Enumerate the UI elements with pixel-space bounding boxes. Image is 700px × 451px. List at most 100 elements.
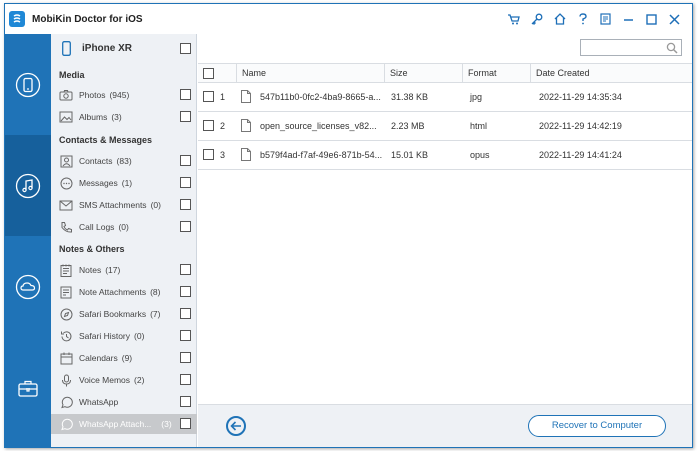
search-icon: [666, 42, 678, 54]
category-albums[interactable]: Albums (3): [51, 107, 197, 127]
search-input[interactable]: [580, 39, 682, 56]
strip-item-icloud-recovery[interactable]: [5, 236, 51, 337]
category-checkbox[interactable]: [180, 199, 191, 210]
file-icon: [241, 90, 251, 103]
category-count: (945): [109, 90, 130, 100]
category-checkbox[interactable]: [180, 155, 191, 166]
category-checkbox[interactable]: [180, 286, 191, 297]
category-checkbox[interactable]: [180, 308, 191, 319]
action-bar: Recover to Computer: [198, 404, 692, 447]
row-file-size: 2.23 MB: [391, 121, 425, 131]
feedback-icon[interactable]: [594, 11, 617, 27]
category-count: (7): [150, 309, 161, 319]
category-checkbox[interactable]: [180, 89, 191, 100]
device-select-all-checkbox[interactable]: [180, 43, 191, 54]
device-row[interactable]: iPhone XR: [51, 37, 197, 59]
table-row[interactable]: 1 547b11b0-0fc2-4ba9-8665-a... 31.38 KB …: [198, 83, 692, 112]
row-file-name: b579f4ad-f7af-49e6-871b-54...: [260, 150, 383, 160]
category-count: (0): [118, 222, 129, 232]
column-header-format[interactable]: Format: [462, 64, 530, 83]
category-checkbox[interactable]: [180, 418, 191, 429]
table-row[interactable]: 2 open_source_licenses_v82... 2.23 MB ht…: [198, 112, 692, 141]
recover-to-computer-button[interactable]: Recover to Computer: [528, 415, 666, 437]
notepad-icon: [59, 263, 73, 277]
category-photos[interactable]: Photos (945): [51, 85, 197, 105]
row-checkbox[interactable]: [203, 120, 214, 131]
key-icon[interactable]: [525, 11, 548, 27]
arrow-left-icon: [230, 421, 241, 431]
category-voice-memos[interactable]: Voice Memos (2): [51, 370, 197, 390]
row-index: 3: [220, 150, 226, 160]
category-count: (3): [161, 419, 172, 429]
camera-icon: [59, 88, 73, 102]
category-call-logs[interactable]: Call Logs (0): [51, 217, 197, 237]
minimize-icon[interactable]: [617, 11, 640, 27]
back-button[interactable]: [226, 416, 246, 436]
strip-item-device-recovery[interactable]: [5, 34, 51, 135]
category-safari-history[interactable]: Safari History (0): [51, 326, 197, 346]
table-row[interactable]: 3 b579f4ad-f7af-49e6-871b-54... 15.01 KB…: [198, 141, 692, 170]
category-label: Messages: [79, 178, 118, 188]
row-file-name: 547b11b0-0fc2-4ba9-8665-a...: [260, 92, 381, 102]
strip-item-itunes-recovery[interactable]: [5, 135, 51, 236]
category-contacts[interactable]: Contacts (83): [51, 151, 197, 171]
category-checkbox[interactable]: [180, 221, 191, 232]
select-all-checkbox[interactable]: [203, 68, 214, 79]
category-note-attachments[interactable]: Note Attachments (8): [51, 282, 197, 302]
category-checkbox[interactable]: [180, 264, 191, 275]
help-icon[interactable]: [571, 11, 594, 27]
home-icon[interactable]: [548, 11, 571, 27]
close-icon[interactable]: [663, 11, 686, 27]
row-file-size: 31.38 KB: [391, 92, 429, 102]
category-count: (8): [150, 287, 161, 297]
mode-sidebar: [5, 34, 51, 447]
category-label: Call Logs: [79, 222, 115, 232]
row-checkbox[interactable]: [203, 149, 214, 160]
table-header: Name Size Format Date Created: [198, 63, 692, 83]
row-file-format: html: [470, 121, 488, 131]
category-notes[interactable]: Notes (17): [51, 260, 197, 280]
category-label: Contacts: [79, 156, 113, 166]
column-header-size[interactable]: Size: [384, 64, 462, 83]
row-file-name: open_source_licenses_v82...: [260, 121, 377, 131]
category-messages[interactable]: Messages (1): [51, 173, 197, 193]
category-panel: iPhone XR Media Photos (945) Albums (3) Co…: [51, 34, 197, 447]
category-checkbox[interactable]: [180, 352, 191, 363]
iphone-icon: [59, 40, 73, 56]
category-checkbox[interactable]: [180, 111, 191, 122]
category-checkbox[interactable]: [180, 374, 191, 385]
row-index: 1: [220, 92, 226, 102]
category-calendars[interactable]: Calendars (9): [51, 348, 197, 368]
title-bar: MobiKin Doctor for iOS: [5, 4, 692, 34]
category-label: Calendars: [79, 353, 118, 363]
strip-item-toolbox[interactable]: [5, 337, 51, 438]
category-label: WhatsApp: [79, 397, 119, 407]
device-name: iPhone XR: [82, 42, 133, 54]
chat-bubble-icon: [59, 176, 73, 190]
category-checkbox[interactable]: [180, 330, 191, 341]
category-label: SMS Attachments: [79, 200, 147, 210]
category-label: Albums: [79, 112, 108, 122]
maximize-icon[interactable]: [640, 11, 663, 27]
row-date-created: 2022-11-29 14:41:24: [539, 150, 622, 160]
category-checkbox[interactable]: [180, 396, 191, 407]
category-safari-bookmarks[interactable]: Safari Bookmarks (7): [51, 304, 197, 324]
category-count: (17): [105, 265, 121, 275]
row-index: 2: [220, 121, 226, 131]
column-header-date[interactable]: Date Created: [530, 64, 692, 83]
image-icon: [59, 110, 73, 124]
app-title: MobiKin Doctor for iOS: [32, 13, 143, 25]
category-checkbox[interactable]: [180, 177, 191, 188]
microphone-icon: [59, 373, 73, 387]
category-label: Safari History: [79, 331, 131, 341]
compass-icon: [59, 307, 73, 321]
cart-icon[interactable]: [502, 11, 525, 27]
phone-icon: [15, 72, 41, 98]
category-whatsapp[interactable]: WhatsApp: [51, 392, 197, 412]
file-icon: [241, 119, 251, 132]
category-whatsapp-attachments[interactable]: WhatsApp Attach... (3): [51, 414, 197, 434]
category-sms-attachments[interactable]: SMS Attachments (0): [51, 195, 197, 215]
section-contacts-messages: Contacts & Messages: [59, 135, 153, 145]
column-header-name[interactable]: Name: [236, 64, 384, 83]
row-checkbox[interactable]: [203, 91, 214, 102]
